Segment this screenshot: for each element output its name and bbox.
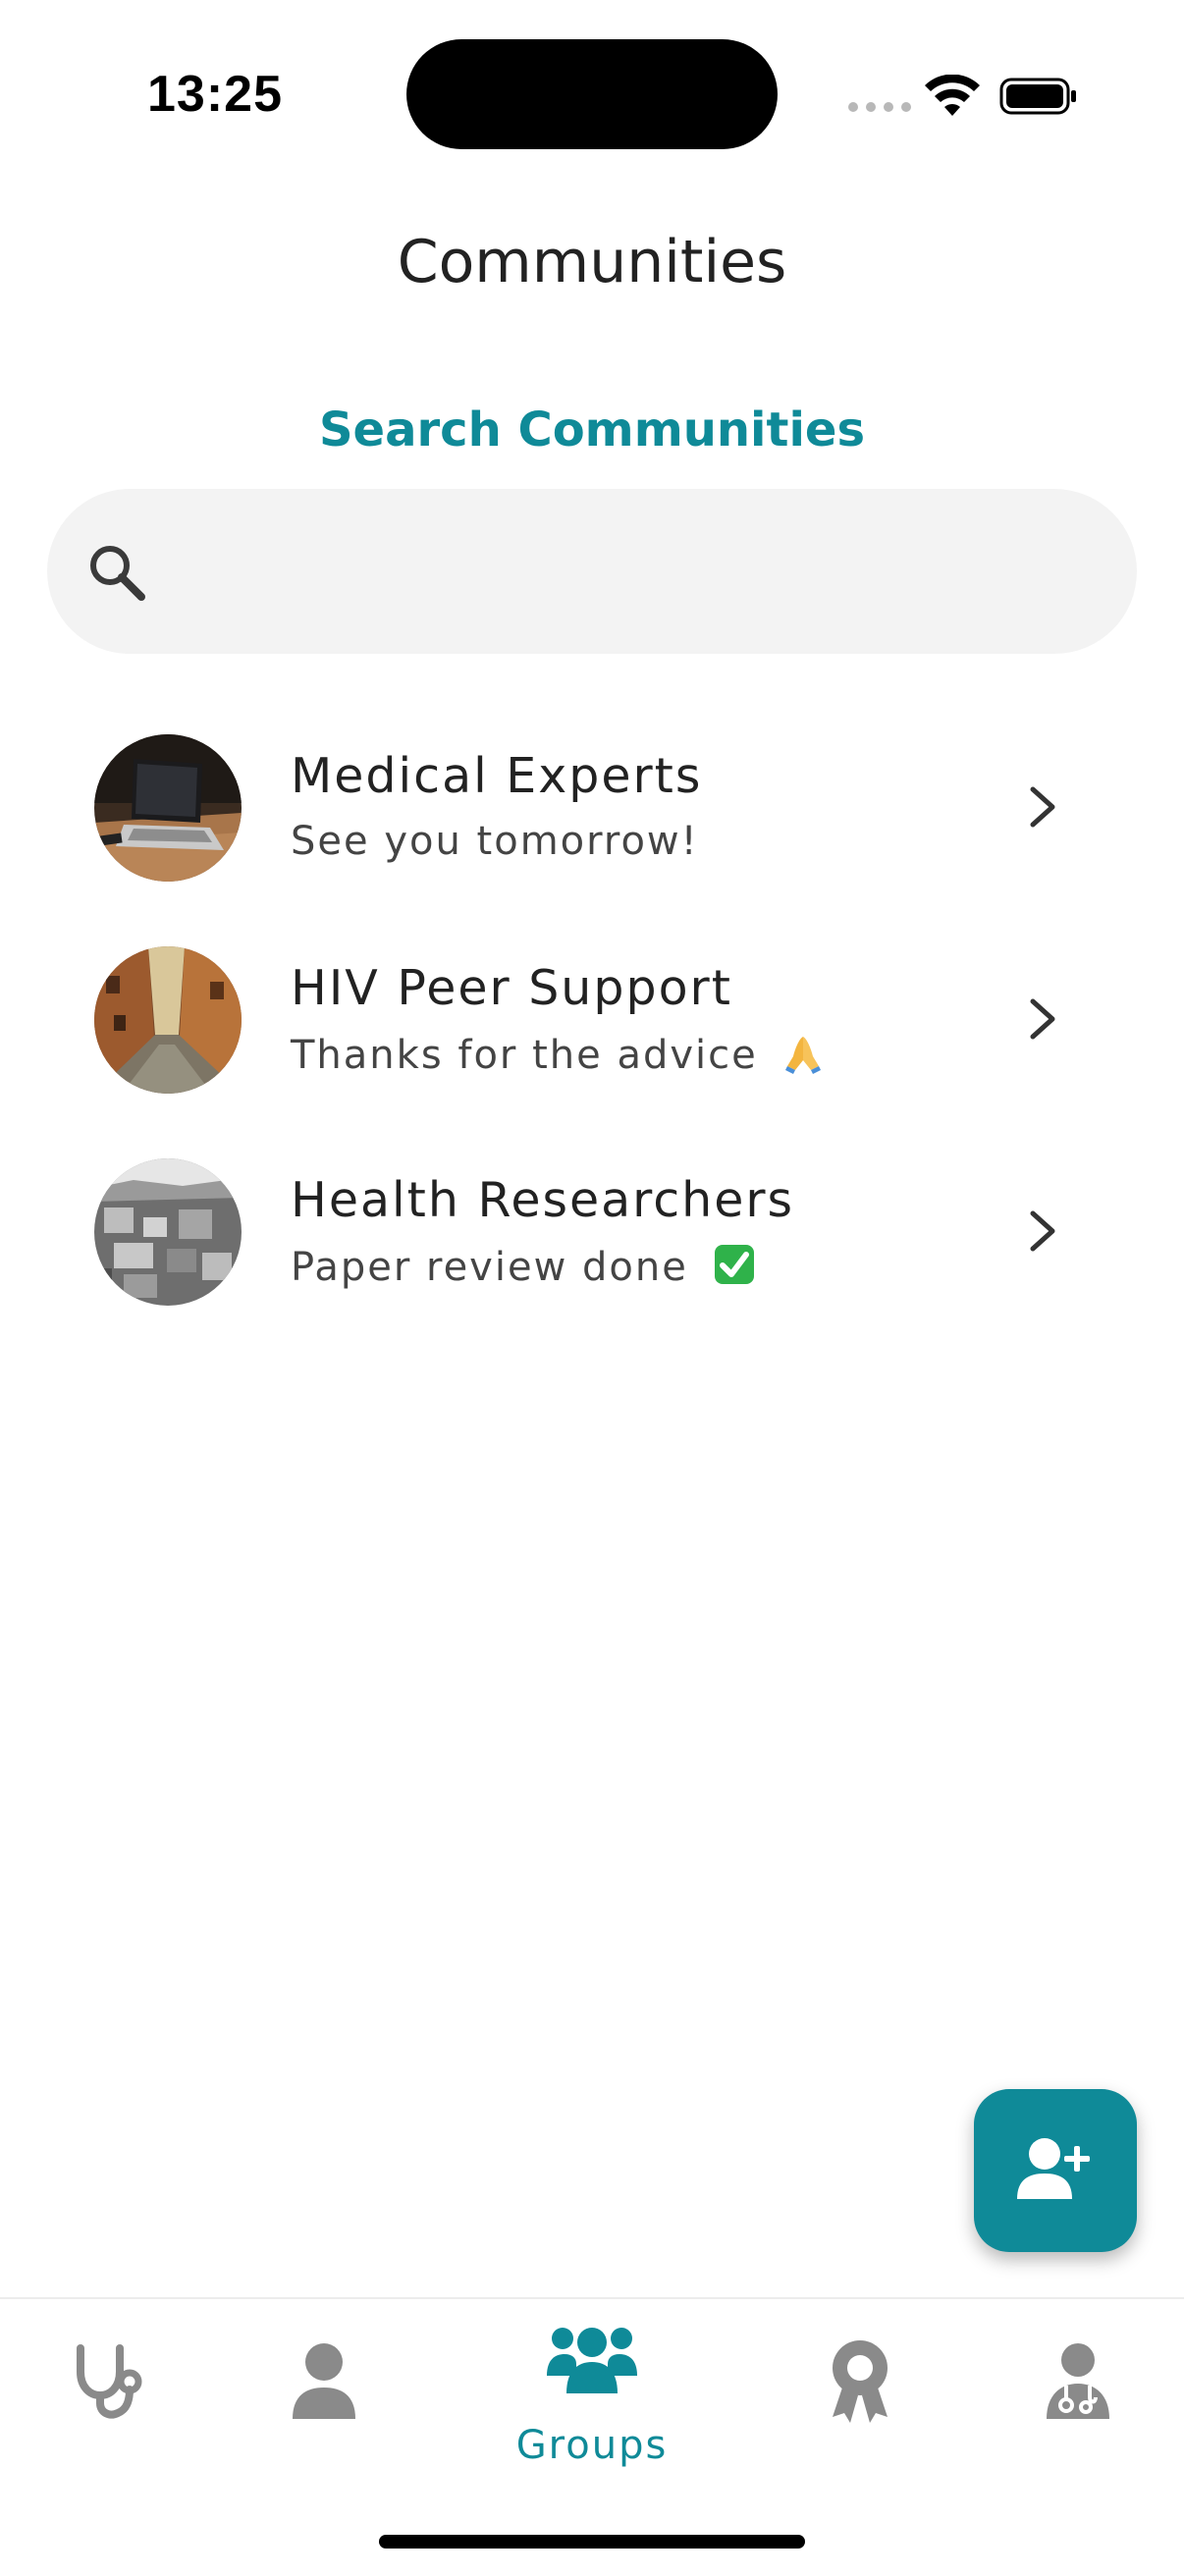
stethoscope-icon [77,2344,142,2419]
last-message: Thanks for the advice [291,1031,825,1078]
status-time: 13:25 [147,66,283,123]
chevron-right-icon [1030,1210,1055,1252]
home-indicator [379,2535,805,2549]
search-label: Search Communities [318,402,866,457]
last-message-text: Thanks for the advice [291,1033,758,1078]
person-icon [293,2343,355,2419]
search-input[interactable] [175,530,1102,615]
signal-icon [848,102,911,112]
list-item-hiv-peer-support[interactable]: HIV Peer Support Thanks for the advice [0,919,1184,1131]
nav-item-groups[interactable]: Groups [494,2299,690,2496]
chevron-right-icon [1030,998,1055,1040]
folded-hands-emoji-icon [785,1037,822,1074]
dynamic-island [406,39,778,149]
last-message: See you tomorrow! [291,819,699,864]
groups-icon [547,2328,637,2393]
list-item-medical-experts[interactable]: Medical Experts See you tomorrow! [0,707,1184,919]
nav-item-profile[interactable] [255,2299,393,2496]
page-title: Communities [397,228,787,296]
nav-item-doctor[interactable] [1007,2299,1145,2496]
doctor-icon [1047,2343,1109,2419]
wifi-icon [925,75,980,116]
last-message: Paper review done [291,1243,756,1290]
chevron-right-icon [1030,786,1055,828]
check-mark-button-emoji-icon [714,1245,754,1284]
add-user-icon [1017,2138,1090,2199]
nav-item-stethoscope[interactable] [39,2299,177,2496]
avatar-city-photo [94,1158,242,1306]
add-member-button[interactable] [974,2089,1137,2252]
community-name: HIV Peer Support [291,960,732,1016]
status-bar: 13:25 [0,0,1184,196]
last-message-text: See you tomorrow! [291,819,699,864]
avatar-alley-photo [94,946,242,1094]
nav-label-groups: Groups [515,2423,669,2468]
last-message-text: Paper review done [291,1245,688,1290]
search-icon [90,546,145,601]
award-icon [833,2340,888,2423]
battery-icon [999,78,1076,115]
community-name: Medical Experts [291,748,703,804]
avatar-laptop-photo [94,734,242,882]
nav-item-awards[interactable] [791,2299,929,2496]
list-item-health-researchers[interactable]: Health Researchers Paper review done [0,1131,1184,1343]
community-name: Health Researchers [291,1172,795,1228]
